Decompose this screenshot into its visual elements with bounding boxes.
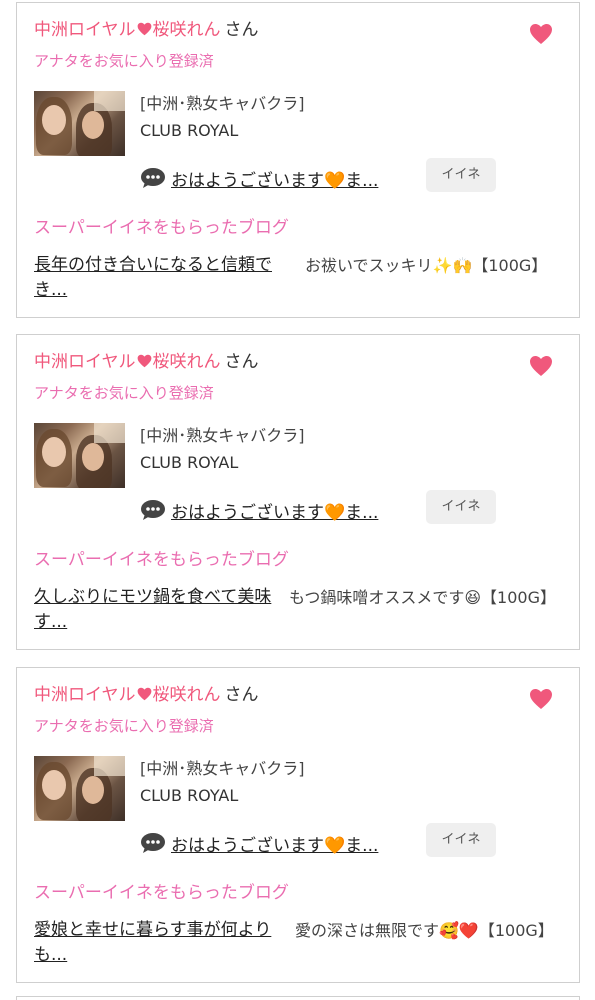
user-name-link[interactable]: 中洲ロイヤル 桜咲れん xyxy=(34,20,221,40)
blog-title-link[interactable]: 長年の付き合いになると信頼でき... xyxy=(34,253,296,303)
super-iine-heading: スーパーイイネをもらったブログ xyxy=(34,550,289,570)
shop-category: [中洲･熟女キャバクラ] xyxy=(140,426,305,445)
next-card-edge xyxy=(16,996,580,1000)
honorific: さん xyxy=(224,20,259,40)
message-row: おはようございます🧡ま... xyxy=(140,495,378,525)
user-name-line: 中洲ロイヤル 桜咲れん さん xyxy=(34,18,259,42)
speech-bubble-icon xyxy=(140,499,166,521)
shop-category: [中洲･熟女キャバクラ] xyxy=(140,759,305,778)
blog-comment: もつ鍋味噌オススメです😆【100G】 xyxy=(289,588,556,607)
profile-photo[interactable] xyxy=(34,423,125,488)
small-heart-icon xyxy=(137,354,152,368)
user-name-part1: 中洲ロイヤル xyxy=(34,352,136,372)
blog-comment: 愛の深さは無限です🥰❤️【100G】 xyxy=(295,921,554,940)
small-heart-icon xyxy=(137,22,152,36)
shop-name: CLUB ROYAL xyxy=(140,121,239,140)
favorite-status: アナタをお気に入り登録済 xyxy=(34,717,214,735)
user-name-line: 中洲ロイヤル 桜咲れん さん xyxy=(34,350,259,374)
user-name-link[interactable]: 中洲ロイヤル 桜咲れん xyxy=(34,685,221,705)
message-link[interactable]: おはようございます🧡ま... xyxy=(171,498,378,523)
heart-icon[interactable] xyxy=(529,688,553,710)
honorific: さん xyxy=(224,352,259,372)
blog-comment: お祓いでスッキリ✨🙌【100G】 xyxy=(305,256,548,275)
notification-card: 中洲ロイヤル 桜咲れん さん アナタをお気に入り登録済 [中洲･熟女キャバクラ] C… xyxy=(16,334,580,650)
user-name-part2: 桜咲れん xyxy=(152,685,221,705)
notification-card: 中洲ロイヤル 桜咲れん さん アナタをお気に入り登録済 [中洲･熟女キャバクラ] C… xyxy=(16,2,580,318)
speech-bubble-icon xyxy=(140,167,166,189)
heart-icon[interactable] xyxy=(529,355,553,377)
user-name-part2: 桜咲れん xyxy=(152,20,221,40)
super-iine-heading: スーパーイイネをもらったブログ xyxy=(34,218,289,238)
user-name-part1: 中洲ロイヤル xyxy=(34,685,136,705)
blog-title-link[interactable]: 愛娘と幸せに暮らす事が何よりも... xyxy=(34,918,296,968)
message-row: おはようございます🧡ま... xyxy=(140,828,378,858)
user-name-link[interactable]: 中洲ロイヤル 桜咲れん xyxy=(34,352,221,372)
shop-category: [中洲･熟女キャバクラ] xyxy=(140,94,305,113)
shop-name: CLUB ROYAL xyxy=(140,453,239,472)
speech-bubble-icon xyxy=(140,832,166,854)
favorite-status: アナタをお気に入り登録済 xyxy=(34,384,214,402)
iine-button[interactable]: イイネ xyxy=(426,158,496,192)
notification-card: 中洲ロイヤル 桜咲れん さん アナタをお気に入り登録済 [中洲･熟女キャバクラ] C… xyxy=(16,667,580,983)
profile-photo[interactable] xyxy=(34,756,125,821)
super-iine-heading: スーパーイイネをもらったブログ xyxy=(34,883,289,903)
message-link[interactable]: おはようございます🧡ま... xyxy=(171,166,378,191)
user-name-line: 中洲ロイヤル 桜咲れん さん xyxy=(34,683,259,707)
honorific: さん xyxy=(224,685,259,705)
iine-button[interactable]: イイネ xyxy=(426,490,496,524)
favorite-status: アナタをお気に入り登録済 xyxy=(34,52,214,70)
shop-name: CLUB ROYAL xyxy=(140,786,239,805)
user-name-part2: 桜咲れん xyxy=(152,352,221,372)
iine-button[interactable]: イイネ xyxy=(426,823,496,857)
message-row: おはようございます🧡ま... xyxy=(140,163,378,193)
blog-title-link[interactable]: 久しぶりにモツ鍋を食べて美味す... xyxy=(34,585,281,635)
heart-icon[interactable] xyxy=(529,23,553,45)
small-heart-icon xyxy=(137,687,152,701)
message-link[interactable]: おはようございます🧡ま... xyxy=(171,831,378,856)
profile-photo[interactable] xyxy=(34,91,125,156)
user-name-part1: 中洲ロイヤル xyxy=(34,20,136,40)
